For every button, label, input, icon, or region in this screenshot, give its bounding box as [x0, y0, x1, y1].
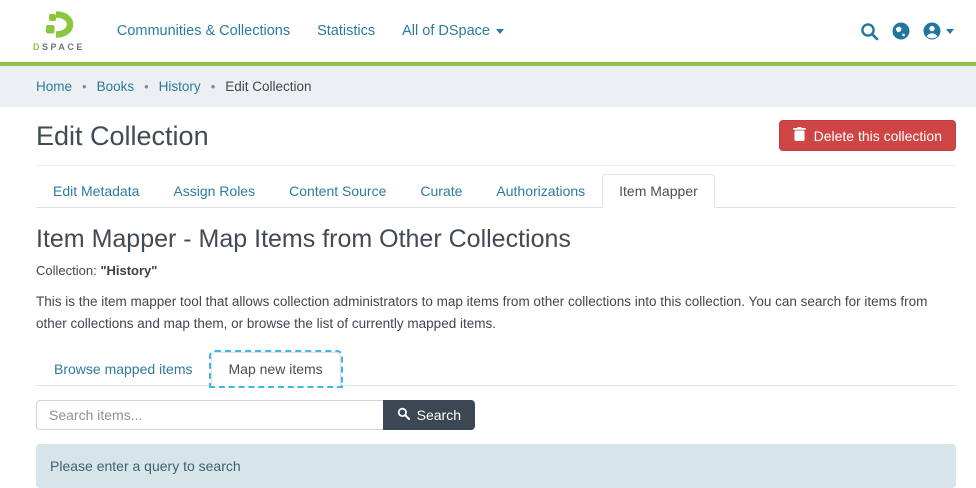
tab-content-source[interactable]: Content Source	[272, 174, 403, 208]
edit-collection-tabs: Edit Metadata Assign Roles Content Sourc…	[36, 174, 956, 208]
main-nav: Communities & Collections Statistics All…	[117, 23, 504, 39]
item-mapper-subtabs: Browse mapped items Map new items	[36, 352, 956, 386]
top-navbar: DSPACE Communities & Collections Statist…	[0, 0, 976, 62]
info-alert: Please enter a query to search	[36, 444, 956, 488]
dspace-logo-icon	[43, 11, 74, 41]
globe-icon[interactable]	[891, 21, 911, 41]
user-icon	[922, 21, 942, 41]
search-input[interactable]	[36, 400, 383, 430]
tab-authorizations[interactable]: Authorizations	[479, 174, 602, 208]
chevron-down-icon	[496, 29, 504, 34]
nav-statistics[interactable]: Statistics	[317, 23, 375, 39]
breadcrumb-home[interactable]: Home	[36, 79, 72, 94]
tab-curate[interactable]: Curate	[403, 174, 479, 208]
delete-collection-button[interactable]: Delete this collection	[779, 120, 956, 151]
breadcrumb-separator: •	[144, 79, 149, 94]
search-button[interactable]: Search	[383, 400, 475, 430]
breadcrumb-history[interactable]: History	[159, 79, 201, 94]
breadcrumb: Home • Books • History • Edit Collection	[0, 66, 976, 107]
info-alert-message: Please enter a query to search	[50, 458, 241, 474]
item-mapper-description: This is the item mapper tool that allows…	[36, 291, 956, 334]
subtab-map-new-items[interactable]: Map new items	[211, 352, 341, 386]
tab-item-mapper[interactable]: Item Mapper	[602, 174, 715, 208]
chevron-down-icon	[946, 29, 954, 34]
search-icon[interactable]	[859, 21, 880, 42]
page-title: Edit Collection	[36, 120, 209, 152]
search-bar: Search	[36, 400, 475, 430]
item-mapper-heading: Item Mapper - Map Items from Other Colle…	[36, 225, 956, 254]
main-content: Edit Collection Delete this collection E…	[0, 107, 976, 488]
page-header: Edit Collection Delete this collection	[36, 107, 956, 166]
subtab-browse-mapped-items[interactable]: Browse mapped items	[36, 352, 211, 386]
dspace-logo-text: DSPACE	[33, 42, 85, 52]
nav-all-of-dspace-label: All of DSpace	[402, 23, 490, 39]
tab-edit-metadata[interactable]: Edit Metadata	[36, 174, 156, 208]
tab-assign-roles[interactable]: Assign Roles	[156, 174, 272, 208]
dspace-logo[interactable]: DSPACE	[33, 11, 85, 52]
search-button-label: Search	[417, 407, 461, 423]
collection-name: "History"	[100, 263, 157, 278]
navbar-icons	[859, 21, 954, 42]
collection-line: Collection: "History"	[36, 263, 956, 278]
user-menu[interactable]	[922, 21, 954, 41]
nav-communities-collections[interactable]: Communities & Collections	[117, 23, 290, 39]
breadcrumb-separator: •	[211, 79, 216, 94]
breadcrumb-current: Edit Collection	[225, 79, 311, 94]
search-icon	[397, 407, 410, 423]
trash-icon	[793, 127, 806, 144]
collection-label: Collection:	[36, 263, 97, 278]
breadcrumb-books[interactable]: Books	[97, 79, 135, 94]
delete-collection-label: Delete this collection	[814, 128, 942, 144]
nav-all-of-dspace[interactable]: All of DSpace	[402, 23, 504, 39]
breadcrumb-separator: •	[82, 79, 87, 94]
